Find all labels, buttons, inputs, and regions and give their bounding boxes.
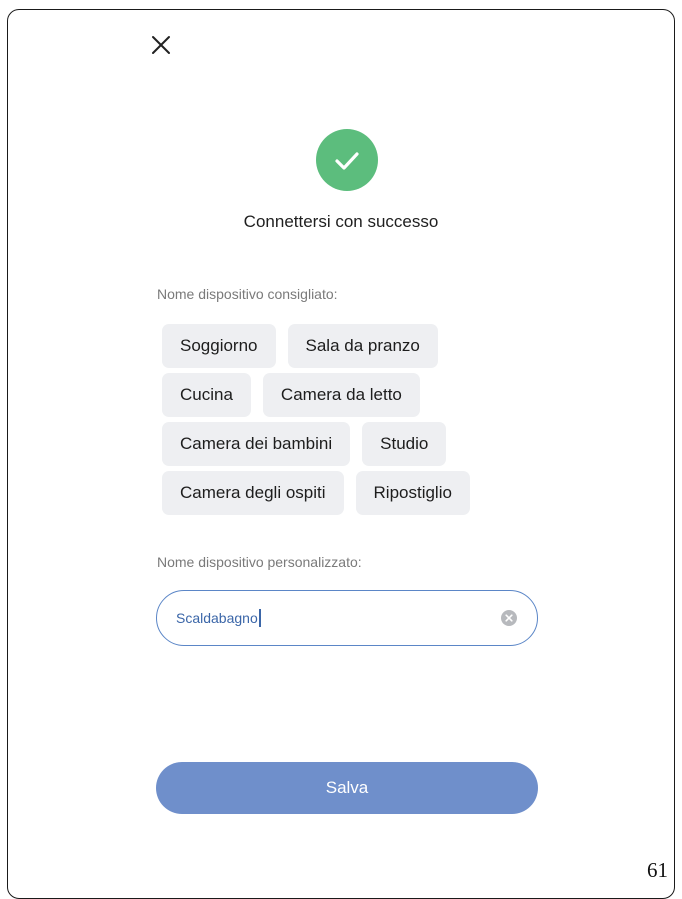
chip-camera-degli-ospiti[interactable]: Camera degli ospiti [162,471,344,515]
chip-ripostiglio[interactable]: Ripostiglio [355,471,470,515]
custom-name-input[interactable]: Scaldabagno [156,590,538,646]
suggested-name-chips: Soggiorno Sala da pranzo Cucina Camera d… [162,324,542,520]
custom-name-value[interactable]: Scaldabagno [176,609,261,627]
clear-x-glyph [505,614,513,622]
chip-camera-da-letto[interactable]: Camera da letto [262,373,420,417]
chip-row: Camera dei bambini Studio [162,422,542,466]
chip-soggiorno[interactable]: Soggiorno [162,324,276,368]
suggested-names-label: Nome dispositivo consigliato: [157,286,338,302]
chip-cucina[interactable]: Cucina [162,373,251,417]
close-icon [152,36,170,54]
clear-icon[interactable] [501,610,517,626]
check-icon [335,152,359,170]
success-check-icon [316,129,378,191]
chip-row: Cucina Camera da letto [162,373,542,417]
close-button[interactable] [146,30,176,60]
chip-sala-da-pranzo[interactable]: Sala da pranzo [287,324,438,368]
save-button[interactable]: Salva [156,762,538,814]
chip-studio[interactable]: Studio [362,422,447,466]
chip-camera-dei-bambini[interactable]: Camera dei bambini [162,422,351,466]
page-title: Connettersi con successo [243,212,439,231]
page-number: 61 [647,858,668,882]
chip-row: Soggiorno Sala da pranzo [162,324,542,368]
chip-row: Camera degli ospiti Ripostiglio [162,471,542,515]
custom-name-label: Nome dispositivo personalizzato: [157,554,362,570]
